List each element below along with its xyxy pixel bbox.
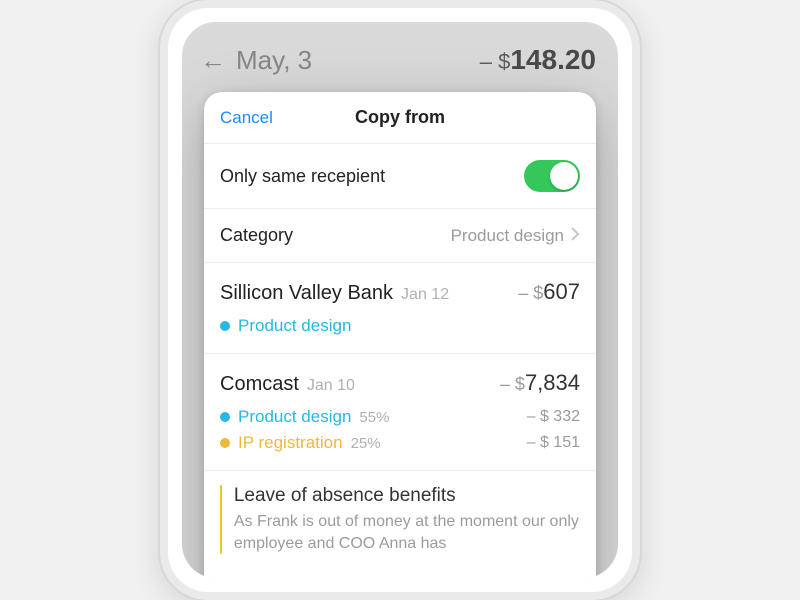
- transaction-name: Sillicon Valley Bank: [220, 282, 393, 304]
- note-accent-bar: [220, 485, 222, 554]
- category-percent: 55%: [359, 409, 389, 426]
- only-same-recipient-toggle[interactable]: [524, 160, 580, 192]
- bg-total-value: 148.20: [510, 44, 596, 75]
- note-title: Leave of absence benefits: [234, 485, 580, 507]
- only-same-recipient-row: Only same recepient: [204, 144, 596, 209]
- bg-date-title: May, 3: [236, 45, 480, 76]
- category-tag: Product design: [220, 313, 580, 339]
- sheet-header: Cancel Copy from: [204, 92, 596, 144]
- screen: ← May, 3 – $148.20 U Di M D ry dit: [182, 22, 618, 578]
- bg-header: ← May, 3 – $148.20: [182, 22, 618, 90]
- transaction-amount: – $607: [518, 279, 580, 305]
- transaction-row[interactable]: Comcast Jan 10 – $7,834 Product design 55% – …: [204, 354, 596, 471]
- category-row[interactable]: Category Product design: [204, 209, 596, 263]
- category-tag: Product design 55% – $ 332: [220, 404, 580, 430]
- category-dot-icon: [220, 321, 230, 331]
- chevron-right-icon: [570, 225, 580, 246]
- transaction-date: Jan 12: [401, 286, 449, 303]
- category-subamount: – $ 151: [527, 434, 580, 452]
- transaction-list: Sillicon Valley Bank Jan 12 – $607 Product …: [204, 263, 596, 578]
- category-label: IP registration: [238, 433, 343, 453]
- sheet-title: Copy from: [355, 107, 445, 128]
- copy-from-sheet: Cancel Copy from Only same recepient Cat…: [204, 92, 596, 578]
- transaction-row[interactable]: Sillicon Valley Bank Jan 12 – $607 Product …: [204, 263, 596, 354]
- note-block: Leave of absence benefits As Frank is out…: [204, 471, 596, 568]
- category-dot-icon: [220, 412, 230, 422]
- category-label: Product design: [238, 407, 351, 427]
- category-label: Category: [220, 225, 293, 246]
- transaction-date: Jan 10: [307, 377, 355, 394]
- note-body: As Frank is out of money at the moment o…: [234, 511, 580, 554]
- category-value: Product design: [451, 226, 564, 246]
- category-dot-icon: [220, 438, 230, 448]
- bg-total-prefix: – $: [480, 49, 511, 74]
- back-icon[interactable]: ←: [200, 45, 226, 76]
- category-tag: IP registration 25% – $ 151: [220, 430, 580, 456]
- category-subamount: – $ 332: [527, 408, 580, 426]
- category-percent: 25%: [351, 435, 381, 452]
- cancel-button[interactable]: Cancel: [220, 108, 273, 128]
- bg-total: – $148.20: [480, 44, 596, 76]
- only-same-recipient-label: Only same recepient: [220, 166, 385, 187]
- transaction-amount: – $7,834: [500, 370, 580, 396]
- phone-frame: ← May, 3 – $148.20 U Di M D ry dit: [160, 0, 640, 600]
- transaction-name: Comcast: [220, 373, 299, 395]
- category-label: Product design: [238, 316, 351, 336]
